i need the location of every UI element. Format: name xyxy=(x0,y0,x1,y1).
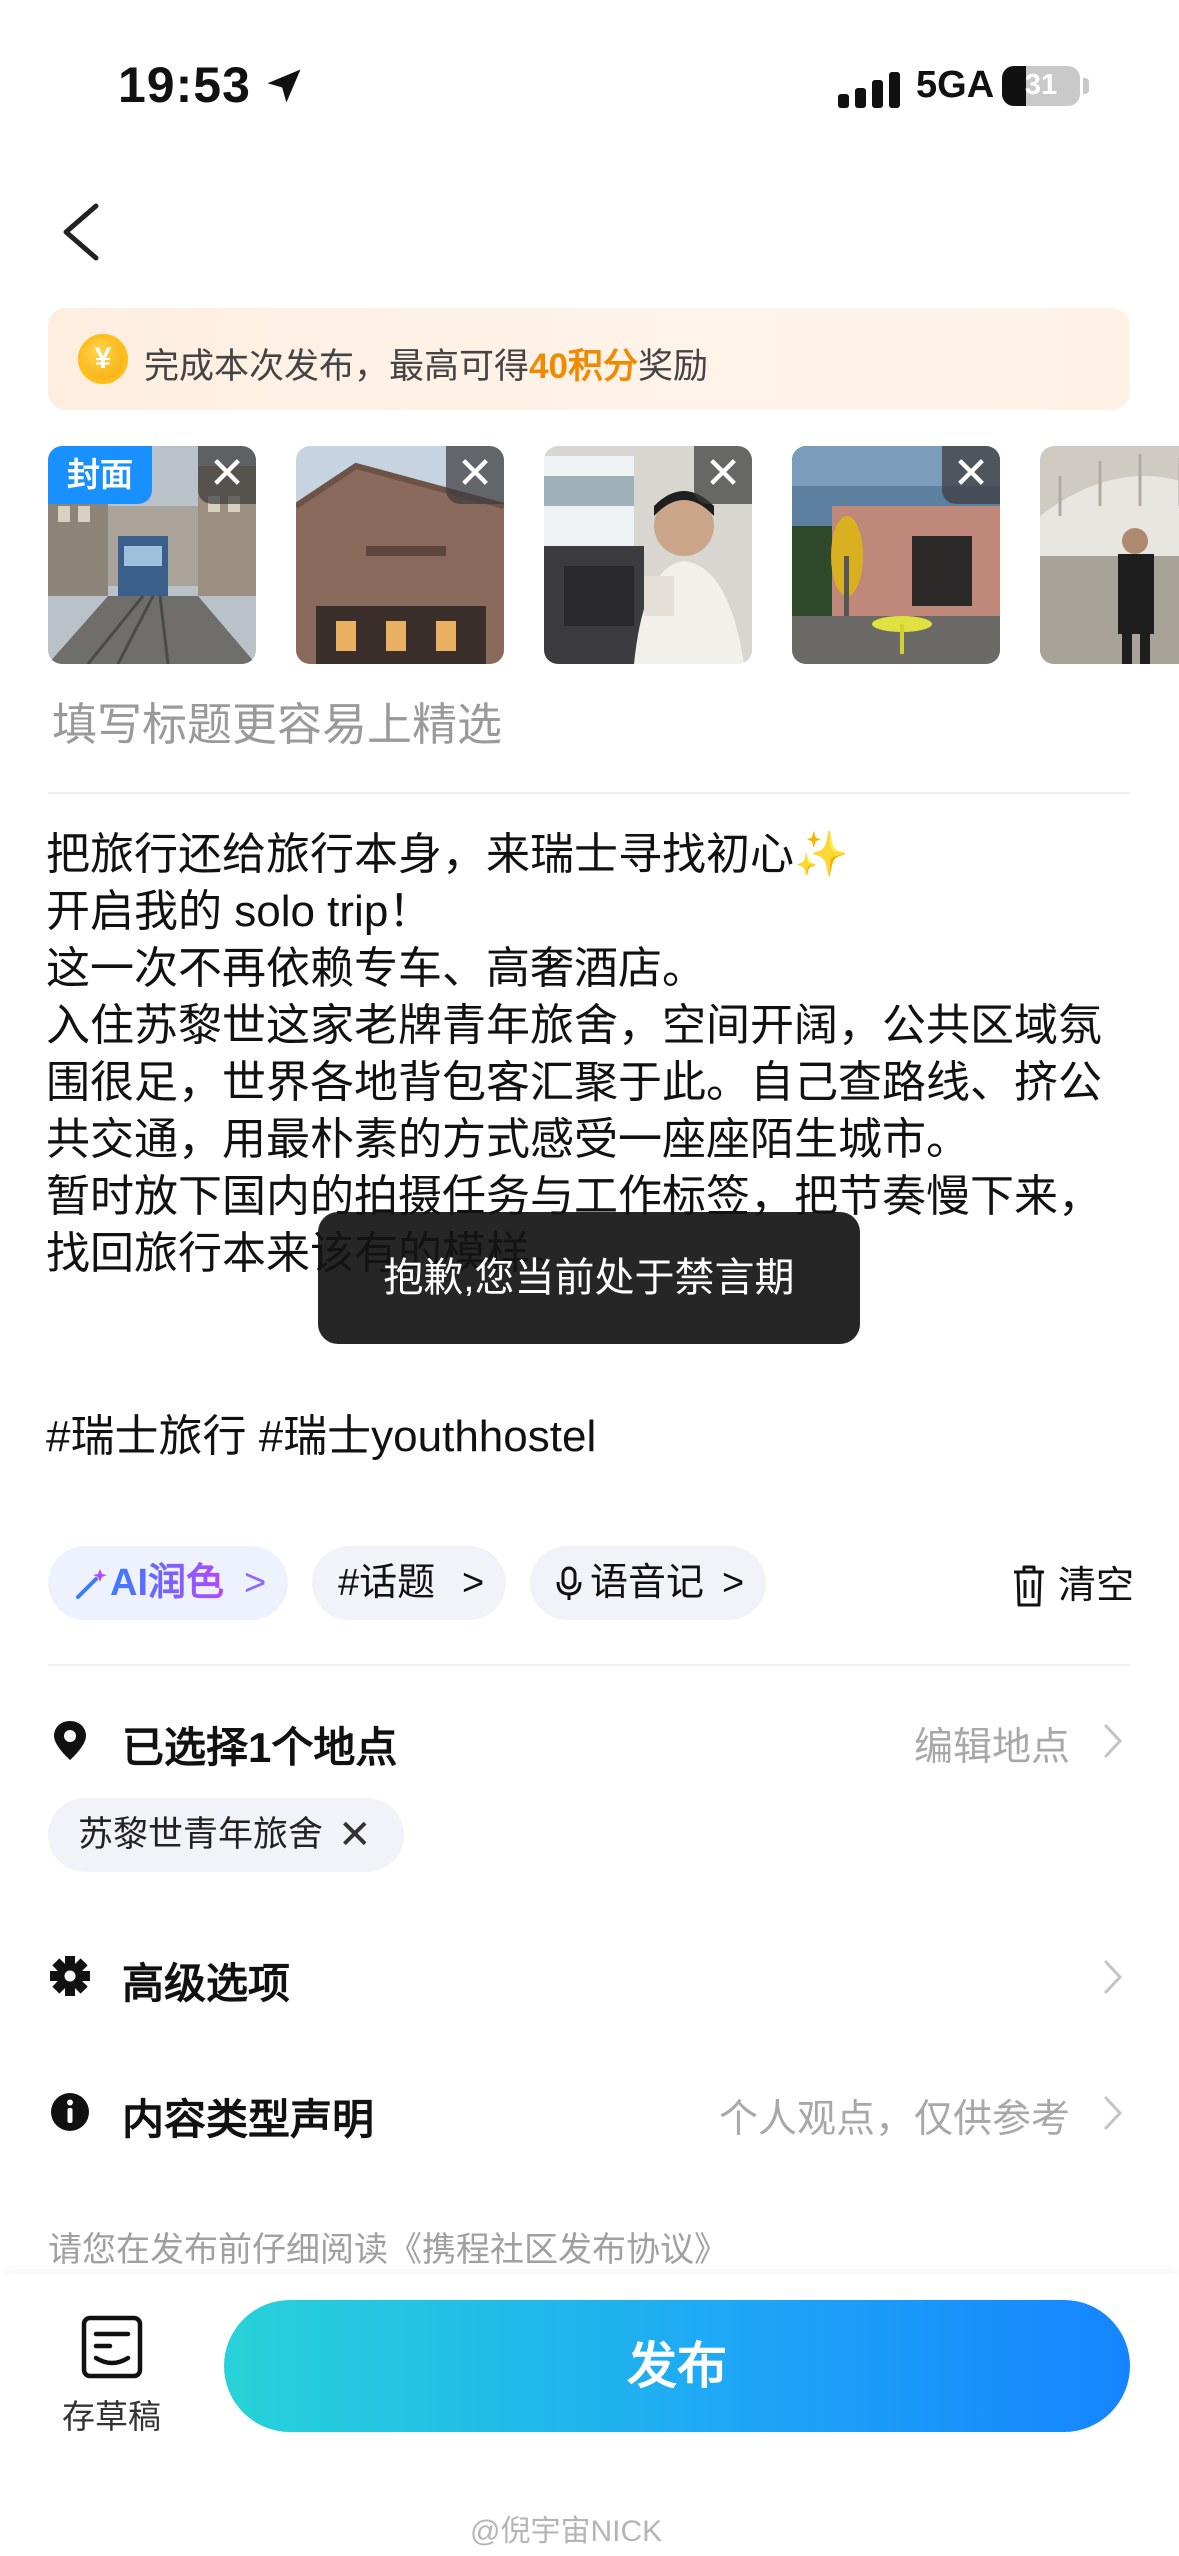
banner-prefix: 完成本次发布，最高可得 xyxy=(144,347,530,386)
photo-thumbnail-5[interactable] xyxy=(1040,446,1179,664)
battery-nub xyxy=(1083,78,1089,94)
chevron-right-icon xyxy=(1104,2096,1123,2130)
remove-photo-button[interactable]: ✕ xyxy=(942,446,1000,504)
edit-location-link[interactable]: 编辑地点 xyxy=(914,1716,1070,1772)
location-label: 已选择1个地点 xyxy=(122,1724,398,1771)
back-button[interactable] xyxy=(52,192,122,272)
topic-button[interactable]: #话题 > xyxy=(312,1546,506,1620)
cellular-signal-icon xyxy=(838,70,902,108)
divider xyxy=(48,792,1130,794)
status-bar: 19:53 5GA 31 xyxy=(0,0,1179,150)
voice-note-label: 语音记 xyxy=(590,1562,705,1604)
selected-place-tag[interactable]: 苏黎世青年旅舍 ✕ xyxy=(48,1798,404,1872)
chevron-right-icon xyxy=(1104,1724,1123,1758)
points-reward-banner: ¥ 完成本次发布，最高可得40积分奖励 xyxy=(48,308,1130,410)
network-type: 5GA xyxy=(916,64,995,106)
title-input[interactable]: 填写标题更容易上精选 xyxy=(52,688,502,753)
chevron-right-icon: > xyxy=(722,1562,745,1604)
place-name: 苏黎世青年旅舍 xyxy=(78,1815,324,1854)
photo-thumbnail-4[interactable]: ✕ xyxy=(792,446,1000,664)
location-row[interactable]: 已选择1个地点 编辑地点 xyxy=(48,1700,1130,1780)
watermark: @倪宇宙NICK xyxy=(470,2515,663,2548)
magic-wand-icon xyxy=(76,1569,107,1599)
advanced-options-label: 高级选项 xyxy=(122,1960,291,2007)
save-draft-button[interactable]: 存草稿 xyxy=(50,2314,174,2444)
body-line-2: 开启我的 solo trip！ xyxy=(46,887,433,936)
publish-agreement-link[interactable]: 请您在发布前仔细阅读《携程社区发布协议》 xyxy=(48,2222,728,2271)
save-draft-label: 存草稿 xyxy=(62,2398,161,2435)
remove-photo-button[interactable]: ✕ xyxy=(446,446,504,504)
image-strip: 封面 ✕ ✕ ✕ ✕ xyxy=(48,446,1179,664)
chevron-right-icon: > xyxy=(462,1562,485,1604)
location-pin-icon xyxy=(54,1721,86,1760)
content-type-row[interactable]: 内容类型声明 个人观点，仅供参考 xyxy=(48,2072,1130,2152)
body-line-1: 把旅行还给旅行本身，来瑞士寻找初心✨ xyxy=(46,830,849,879)
photo-thumbnail-2[interactable]: ✕ xyxy=(296,446,504,664)
photo-station-hall xyxy=(1040,446,1179,664)
info-icon xyxy=(51,2093,89,2131)
photo-thumbnail-1[interactable]: 封面 ✕ xyxy=(48,446,256,664)
status-time: 19:53 xyxy=(118,57,251,113)
content-type-label: 内容类型声明 xyxy=(122,2096,375,2143)
banner-suffix: 奖励 xyxy=(637,347,708,386)
topic-label: #话题 xyxy=(338,1562,436,1604)
photo-thumbnail-3[interactable]: ✕ xyxy=(544,446,752,664)
remove-photo-button[interactable]: ✕ xyxy=(198,446,256,504)
draft-icon xyxy=(81,2315,143,2379)
bottom-action-bar: 存草稿 发布 @倪宇宙NICK xyxy=(0,2274,1179,2556)
muted-toast: 抱歉,您当前处于禁言期 xyxy=(318,1212,860,1344)
content-type-value: 个人观点，仅供参考 xyxy=(718,2098,1070,2141)
cover-tag: 封面 xyxy=(48,446,152,504)
microphone-icon xyxy=(556,1566,582,1600)
banner-points: 40 xyxy=(529,347,568,386)
divider xyxy=(48,1664,1130,1666)
trash-icon xyxy=(1014,1565,1044,1607)
banner-points-unit: 积分 xyxy=(567,347,638,386)
ai-polish-button[interactable]: AI润色 > xyxy=(48,1546,288,1620)
gear-icon xyxy=(50,1956,90,1996)
battery-icon: 31 xyxy=(1002,66,1080,106)
voice-note-button[interactable]: 语音记 > xyxy=(530,1546,766,1620)
coin-icon: ¥ xyxy=(78,334,128,384)
ai-polish-label: AI润色 xyxy=(110,1546,224,1620)
body-line-3: 这一次不再依赖专车、高奢酒店。 xyxy=(46,944,706,993)
remove-place-button[interactable]: ✕ xyxy=(338,1798,372,1872)
chevron-right-icon: > xyxy=(244,1562,267,1604)
body-line-4: 入住苏黎世这家老牌青年旅舍，空间开阔，公共区域氛围很足，世界各地背包客汇聚于此。… xyxy=(46,1001,1102,1164)
battery-percent: 31 xyxy=(1024,69,1058,101)
clear-label: 清空 xyxy=(1058,1565,1135,1607)
banner-text: 完成本次发布，最高可得40积分奖励 xyxy=(144,338,708,389)
remove-photo-button[interactable]: ✕ xyxy=(694,446,752,504)
chevron-right-icon xyxy=(1104,1960,1123,1994)
post-hashtags: #瑞士旅行 #瑞士youthhostel xyxy=(46,1412,597,1461)
location-arrow-icon xyxy=(267,69,301,103)
publish-button[interactable]: 发布 xyxy=(224,2300,1130,2432)
advanced-options-row[interactable]: 高级选项 xyxy=(48,1936,1130,2016)
